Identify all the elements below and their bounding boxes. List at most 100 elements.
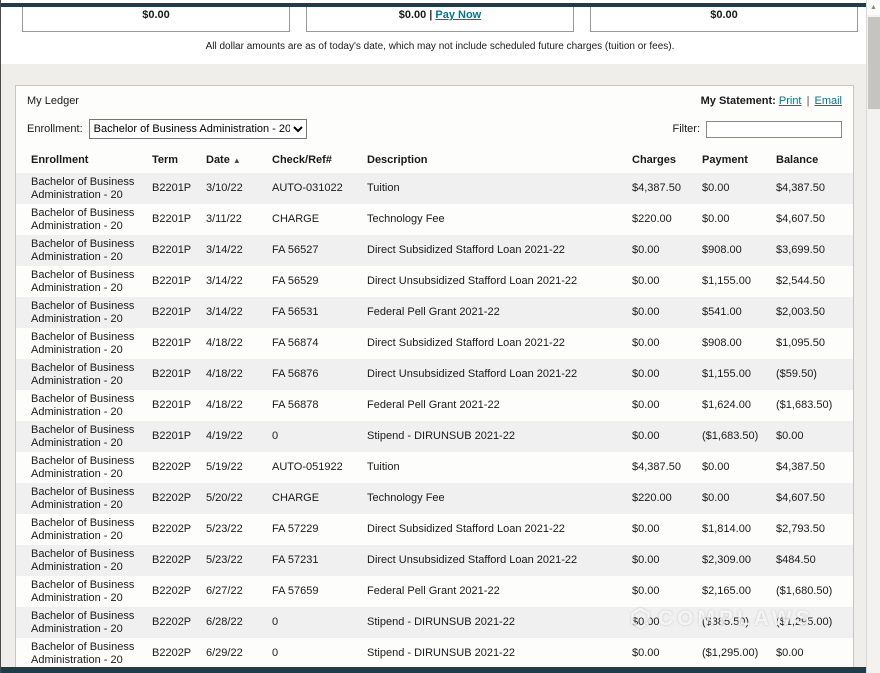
ledger-row: Bachelor of Business Administration - 20… [16, 452, 853, 483]
summary-boxes: $0.00 $0.00|Pay Now $0.00 [22, 7, 858, 32]
summary-box-3: $0.00 [590, 7, 858, 32]
cell-term: B2202P [146, 607, 200, 638]
separator: | [807, 95, 810, 107]
cell-term: B2202P [146, 638, 200, 669]
cell-charges: $220.00 [626, 204, 696, 235]
cell-balance: ($59.50) [770, 359, 853, 390]
column-header-enrollment[interactable]: Enrollment [16, 148, 146, 173]
cell-term: B2202P [146, 452, 200, 483]
cell-enrollment: Bachelor of Business Administration - 20 [16, 483, 146, 514]
column-header-balance[interactable]: Balance [770, 148, 853, 173]
cell-check-ref: 0 [266, 638, 361, 669]
cell-payment: $908.00 [696, 328, 770, 359]
print-link[interactable]: Print [779, 95, 802, 107]
cell-enrollment: Bachelor of Business Administration - 20 [16, 638, 146, 669]
cell-enrollment: Bachelor of Business Administration - 20 [16, 421, 146, 452]
cell-description: Direct Subsidized Stafford Loan 2021-22 [361, 235, 626, 266]
ledger-row: Bachelor of Business Administration - 20… [16, 235, 853, 266]
cell-enrollment: Bachelor of Business Administration - 20 [16, 390, 146, 421]
cell-charges: $4,387.50 [626, 173, 696, 204]
cell-term: B2201P [146, 359, 200, 390]
column-header-payment[interactable]: Payment [696, 148, 770, 173]
cell-check-ref: CHARGE [266, 204, 361, 235]
cell-description: Federal Pell Grant 2021-22 [361, 297, 626, 328]
cell-check-ref: FA 57231 [266, 545, 361, 576]
ledger-row: Bachelor of Business Administration - 20… [16, 328, 853, 359]
column-header-charges[interactable]: Charges [626, 148, 696, 173]
cell-term: B2201P [146, 421, 200, 452]
enrollment-control: Enrollment:Bachelor of Business Administ… [27, 119, 307, 139]
column-header-term[interactable]: Term [146, 148, 200, 173]
cell-term: B2202P [146, 576, 200, 607]
cell-charges: $0.00 [626, 421, 696, 452]
cell-term: B2202P [146, 483, 200, 514]
cell-payment: $0.00 [696, 204, 770, 235]
filter-input[interactable] [706, 121, 842, 138]
separator: | [429, 9, 432, 21]
cell-balance: $484.50 [770, 545, 853, 576]
ledger-row: Bachelor of Business Administration - 20… [16, 607, 853, 638]
cell-charges: $0.00 [626, 514, 696, 545]
cell-charges: $0.00 [626, 266, 696, 297]
cell-enrollment: Bachelor of Business Administration - 20 [16, 204, 146, 235]
cell-date: 6/27/22 [200, 576, 266, 607]
cell-description: Technology Fee [361, 204, 626, 235]
cell-payment: $541.00 [696, 297, 770, 328]
cell-balance: $2,544.50 [770, 266, 853, 297]
pay-now-link[interactable]: Pay Now [435, 9, 481, 21]
cell-payment: $0.00 [696, 173, 770, 204]
cell-enrollment: Bachelor of Business Administration - 20 [16, 235, 146, 266]
cell-term: B2201P [146, 235, 200, 266]
cell-term: B2201P [146, 173, 200, 204]
cell-date: 3/14/22 [200, 297, 266, 328]
cell-balance: ($1,683.50) [770, 390, 853, 421]
email-link[interactable]: Email [814, 95, 842, 107]
ledger-row: Bachelor of Business Administration - 20… [16, 514, 853, 545]
cell-term: B2201P [146, 266, 200, 297]
cell-charges: $0.00 [626, 638, 696, 669]
my-statement: My Statement: Print | Email [701, 95, 842, 107]
cell-balance: $0.00 [770, 421, 853, 452]
cell-date: 4/18/22 [200, 390, 266, 421]
cell-check-ref: FA 56531 [266, 297, 361, 328]
cell-description: Direct Subsidized Stafford Loan 2021-22 [361, 514, 626, 545]
cell-charges: $0.00 [626, 576, 696, 607]
cell-date: 5/23/22 [200, 514, 266, 545]
ledger-row: Bachelor of Business Administration - 20… [16, 359, 853, 390]
cell-term: B2202P [146, 545, 200, 576]
cell-description: Direct Unsubsidized Stafford Loan 2021-2… [361, 359, 626, 390]
scroll-up-arrow-icon[interactable]: ▲ [867, 0, 880, 15]
cell-date: 6/29/22 [200, 638, 266, 669]
cell-check-ref: 0 [266, 421, 361, 452]
cell-term: B2202P [146, 514, 200, 545]
ledger-row: Bachelor of Business Administration - 20… [16, 204, 853, 235]
enrollment-select[interactable]: Bachelor of Business Administration - 20 [89, 119, 307, 139]
cell-check-ref: CHARGE [266, 483, 361, 514]
ledger-header-row: Enrollment Term Date▲ Check/Ref# Descrip… [16, 148, 853, 173]
cell-charges: $0.00 [626, 328, 696, 359]
column-header-description[interactable]: Description [361, 148, 626, 173]
column-header-checkref[interactable]: Check/Ref# [266, 148, 361, 173]
cell-balance: $4,387.50 [770, 173, 853, 204]
cell-check-ref: AUTO-051922 [266, 452, 361, 483]
cell-check-ref: FA 57659 [266, 576, 361, 607]
account-summary-section: $0.00 $0.00|Pay Now $0.00 All dollar amo… [0, 0, 880, 64]
bottom-border-bar [0, 667, 866, 673]
scrollbar-thumb[interactable] [868, 17, 880, 109]
cell-check-ref: FA 56876 [266, 359, 361, 390]
column-header-date[interactable]: Date▲ [200, 148, 266, 173]
window-left-edge [0, 0, 1, 673]
disclaimer-text: All dollar amounts are as of today's dat… [0, 41, 880, 52]
sort-ascending-icon: ▲ [233, 156, 241, 165]
cell-check-ref: FA 56874 [266, 328, 361, 359]
cell-description: Stipend - DIRUNSUB 2021-22 [361, 638, 626, 669]
cell-check-ref: AUTO-031022 [266, 173, 361, 204]
my-ledger-panel: My Ledger My Statement: Print | Email En… [15, 85, 854, 673]
cell-enrollment: Bachelor of Business Administration - 20 [16, 266, 146, 297]
cell-term: B2201P [146, 204, 200, 235]
cell-description: Federal Pell Grant 2021-22 [361, 576, 626, 607]
vertical-scrollbar[interactable]: ▲ [866, 0, 880, 673]
cell-payment: $1,624.00 [696, 390, 770, 421]
panel-header: My Ledger My Statement: Print | Email [16, 86, 853, 115]
cell-payment: $0.00 [696, 483, 770, 514]
